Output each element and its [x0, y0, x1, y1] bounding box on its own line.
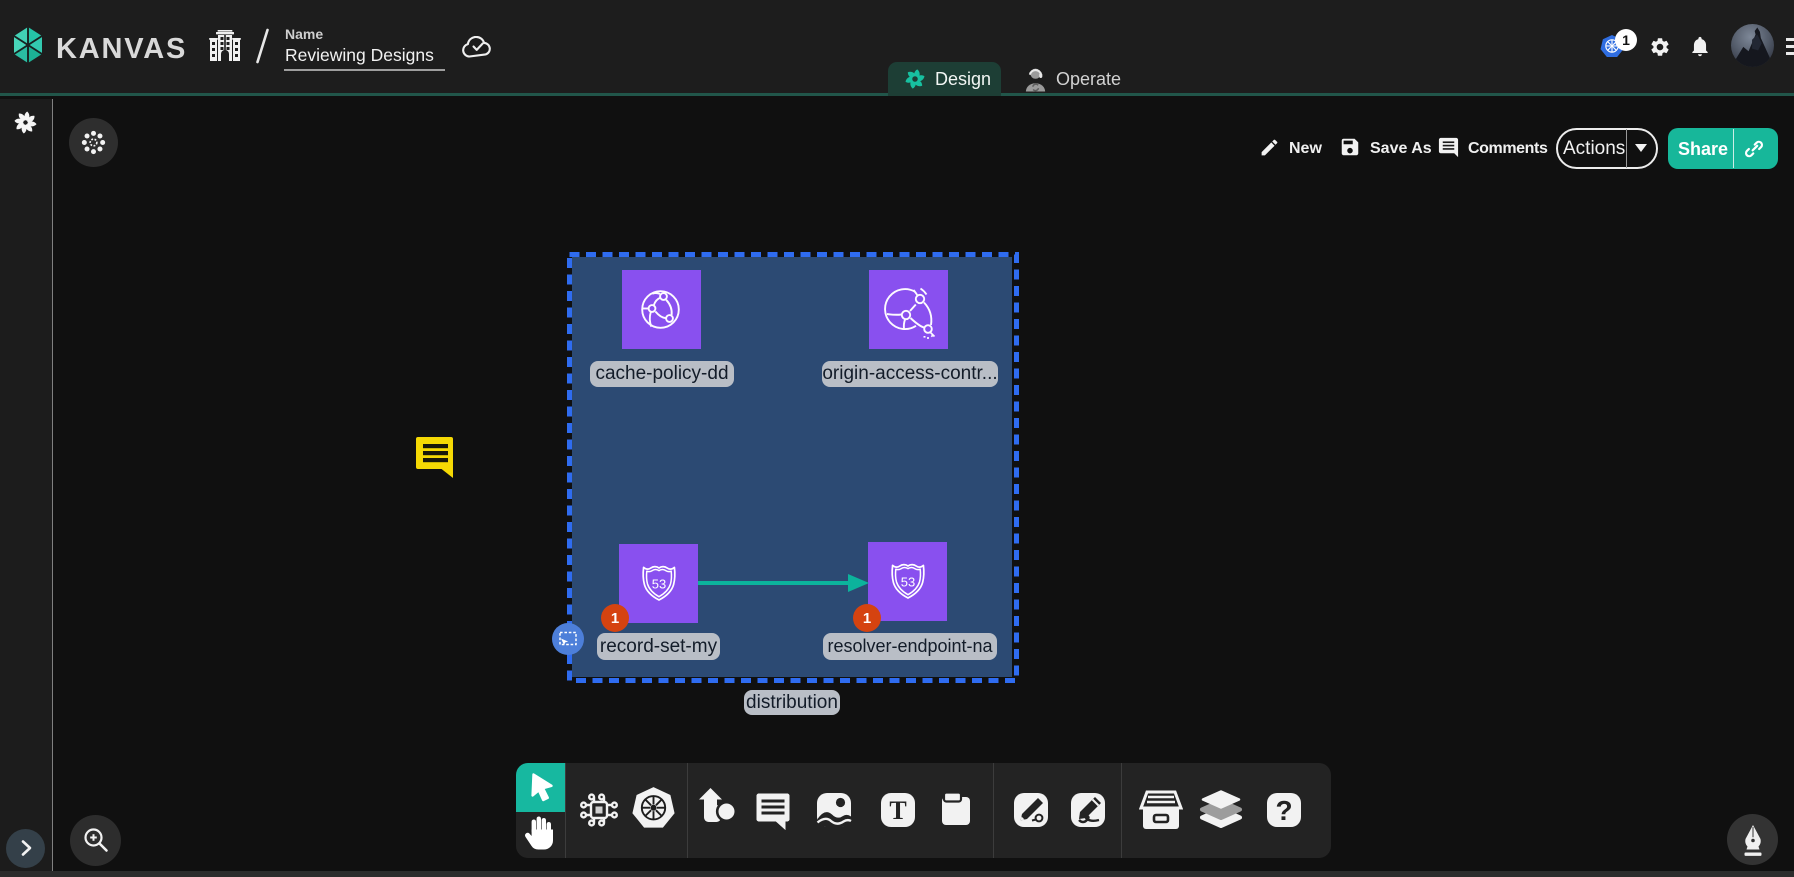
svg-text:53: 53: [901, 575, 915, 590]
svg-text:53: 53: [652, 577, 666, 592]
svg-text:T: T: [889, 796, 906, 825]
svg-text:?: ?: [1275, 795, 1292, 826]
